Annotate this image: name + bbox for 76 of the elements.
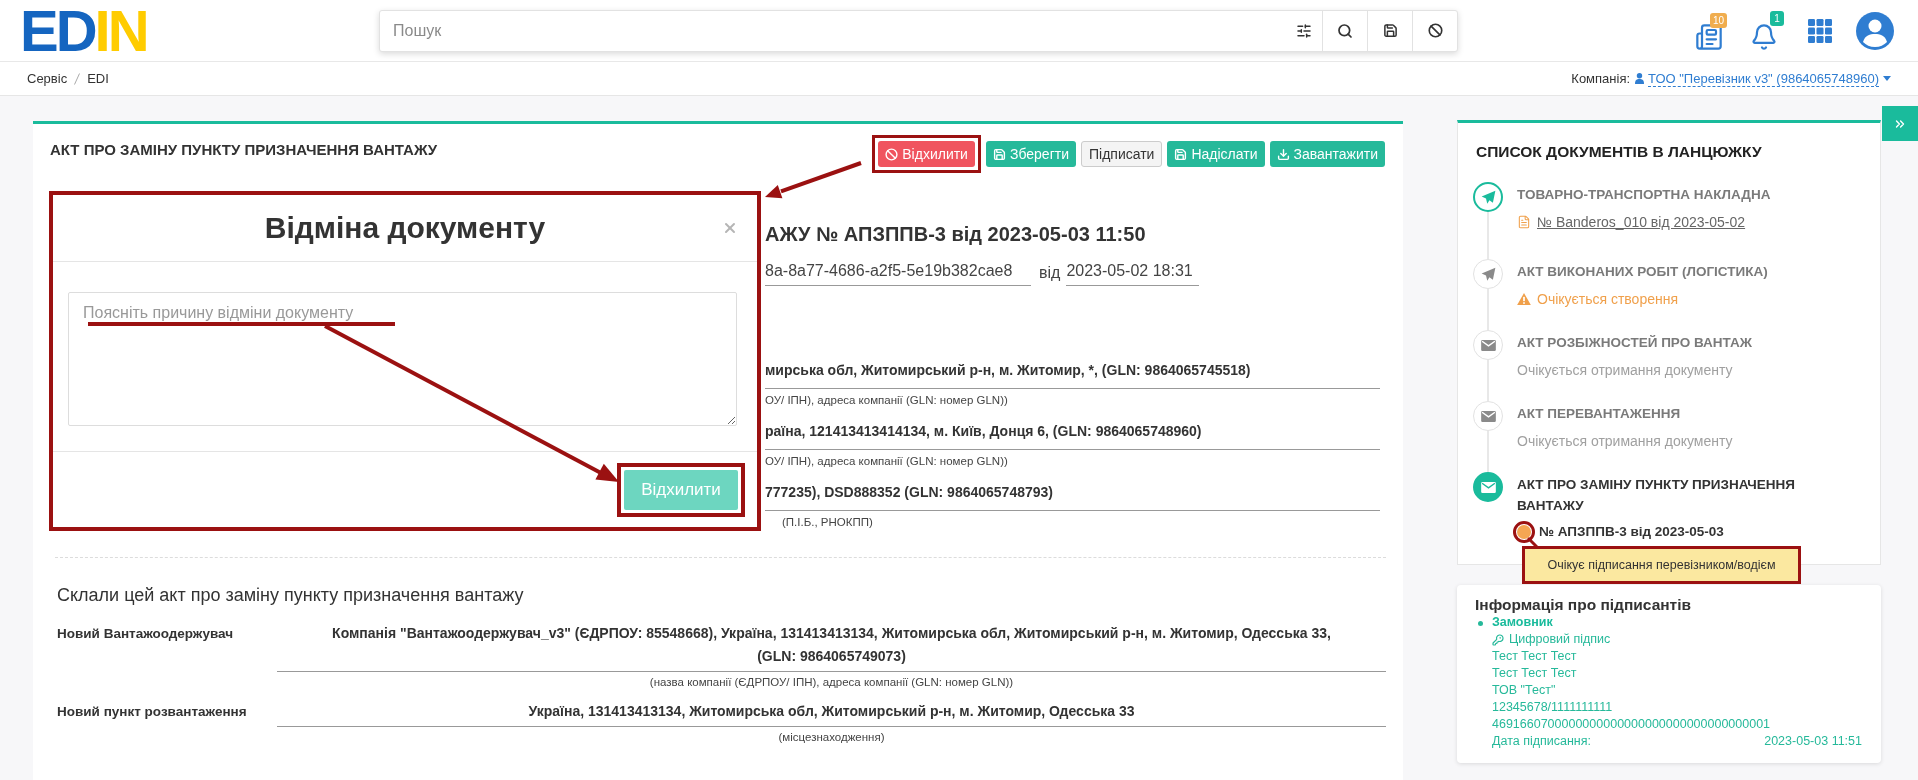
field-label: Новий пункт розвантаження xyxy=(57,703,248,721)
dialog-title: Відміна документу xyxy=(263,210,547,246)
apps-button[interactable] xyxy=(1806,16,1834,45)
count-badge: 10 xyxy=(1709,12,1727,28)
sliders-icon xyxy=(1296,22,1312,39)
document-type: АКТ ВИКОНАНИХ РОБІТ (ЛОГІСТИКА) xyxy=(1517,263,1769,281)
reject-button[interactable]: Відхилити xyxy=(878,141,975,167)
chain-title: СПИСОК ДОКУМЕНТІВ В ЛАНЦЮЖКУ xyxy=(1475,142,1763,162)
signer-detail: 12345678/1111111111 xyxy=(1492,699,1614,716)
status-text: Очікується отримання документу xyxy=(1517,432,1734,450)
sign-button[interactable]: Підписати xyxy=(1080,141,1163,167)
party-value: мирська обл, Житомирський р-н, м. Житомир, *, (GLN: 9864065745518) xyxy=(765,360,1380,389)
send-button[interactable]: Надіслати xyxy=(1167,141,1265,167)
status-text: Очікується створення xyxy=(1537,290,1678,308)
breadcrumb-link[interactable]: Сервіс xyxy=(27,68,68,89)
download-icon xyxy=(1276,147,1290,161)
search-icon xyxy=(1337,22,1353,39)
reason-field[interactable]: Поясніть причину відміни документу xyxy=(68,292,737,426)
document-type: АКТ ПРО ЗАМІНУ ПУНКТУ ПРИЗНАЧЕННЯ ВАНТАЖУ xyxy=(1517,476,1797,515)
date-joiner: від xyxy=(1039,263,1061,283)
party-caption: ОУ/ ІПН), адреса компанії (GLN: номер GLN)) xyxy=(765,454,1009,468)
party-value: 777235), DSD888352 (GLN: 9864065748793) xyxy=(765,482,1380,511)
section-title: Склали цей акт про заміну пункту призначення вантажу xyxy=(57,584,525,607)
profile-button[interactable] xyxy=(1855,10,1895,51)
document-id: 8a-8a77-4686-a2f5-5e19b382cae8 xyxy=(765,259,1031,286)
warning-icon xyxy=(1517,293,1531,305)
signer-role: Замовник xyxy=(1492,614,1554,631)
search-bar[interactable]: Пошук xyxy=(379,9,1458,52)
signature-type: Цифровий підпис xyxy=(1509,631,1611,648)
count-badge: 1 xyxy=(1770,10,1784,26)
close-icon xyxy=(722,220,738,236)
notifications-button[interactable]: 1 xyxy=(1750,10,1784,51)
bell-icon xyxy=(1750,22,1778,51)
newspaper-icon xyxy=(1695,22,1723,51)
field-label: Новий Вантажоодержувач xyxy=(57,625,235,643)
party-caption: (П.І.Б., РНОКПП) xyxy=(781,515,874,529)
company-label: Компанія: xyxy=(1571,69,1631,88)
field-value: Компанія "Вантажоодержувач_v3" (ЄДРПОУ: 85548668), Україна, 131413413134, Житомирська обл, Житомирський р-н, м. Житомир, Одесська 33, (GLN: 9864065749073) xyxy=(277,622,1386,672)
signer-detail: Тест Тест Тест xyxy=(1492,648,1578,665)
document-icon xyxy=(1517,215,1531,229)
ban-icon xyxy=(1427,23,1443,38)
download-button[interactable]: Завантажити xyxy=(1269,141,1385,167)
search-field[interactable]: Пошук xyxy=(380,10,1286,51)
breadcrumb-link[interactable]: EDI xyxy=(87,68,109,89)
caret-down-icon xyxy=(1883,76,1891,81)
slash-icon xyxy=(74,72,81,85)
logo[interactable]: EDIN xyxy=(20,1,147,60)
signer-detail: Тест Тест Тест xyxy=(1492,665,1578,682)
field-caption: (назва компанії (ЄДРПОУ/ ІПН), адреса компанії (GLN: номер GLN)) xyxy=(648,675,1015,689)
document-link[interactable]: № Banderos_010 від 2023-05-02 xyxy=(1537,213,1746,231)
document-number[interactable]: № АПЗППВ-3 від 2023-05-03 xyxy=(1539,523,1724,541)
company-link[interactable]: ТОО "Перевізник v3" (9864065748960) xyxy=(1648,70,1879,87)
user-avatar-icon xyxy=(1855,10,1895,51)
document-type: ТОВАРНО-ТРАНСПОРТНА НАКЛАДНА xyxy=(1517,186,1772,204)
person-icon xyxy=(1635,73,1645,84)
grid-icon xyxy=(1808,18,1832,43)
date-label: Дата підписання: xyxy=(1492,733,1591,750)
party-caption: ОУ/ ІПН), адреса компанії (GLN: номер GLN)) xyxy=(765,393,1009,407)
document-title: АКТ ПРО ЗАМІНУ ПУНКТУ ПРИЗНАЧЕННЯ ВАНТАЖУ xyxy=(50,140,438,160)
document-date: 2023-05-02 18:31 xyxy=(1066,259,1199,286)
field-value: Україна, 131413413134, Житомирська обл, Житомирський р-н, м. Житомир, Одесська 33 xyxy=(277,700,1386,727)
document-heading: АЖУ № АПЗППВ-3 від 2023-05-03 11:50 xyxy=(765,222,1147,247)
signer-detail: ТОВ "Тест" xyxy=(1492,682,1557,699)
signers-title: Інформація про підписантів xyxy=(1475,595,1693,614)
tooltip: Очікує підписання перевізником/водієм xyxy=(1522,546,1801,584)
key-icon xyxy=(1492,633,1504,646)
ban-icon xyxy=(885,147,899,161)
save-button[interactable]: Зберегти xyxy=(985,141,1076,167)
bullet-icon xyxy=(1478,621,1483,626)
document-type: АКТ РОЗБІЖНОСТЕЙ ПРО ВАНТАЖ xyxy=(1517,334,1753,352)
status-text: Очікується отримання документу xyxy=(1517,361,1734,379)
signer-detail: 4691660700000000000000000000000000000001 xyxy=(1492,716,1772,733)
document-type: АКТ ПЕРЕВАНТАЖЕННЯ xyxy=(1517,405,1682,423)
signing-date: 2023-05-03 11:51 xyxy=(1764,733,1862,750)
field-caption: (місцезнаходження) xyxy=(777,730,886,744)
party-value: раїна, 121413413414134, м. Київ, Донця 6, (GLN: 9864065748960) xyxy=(765,421,1380,450)
